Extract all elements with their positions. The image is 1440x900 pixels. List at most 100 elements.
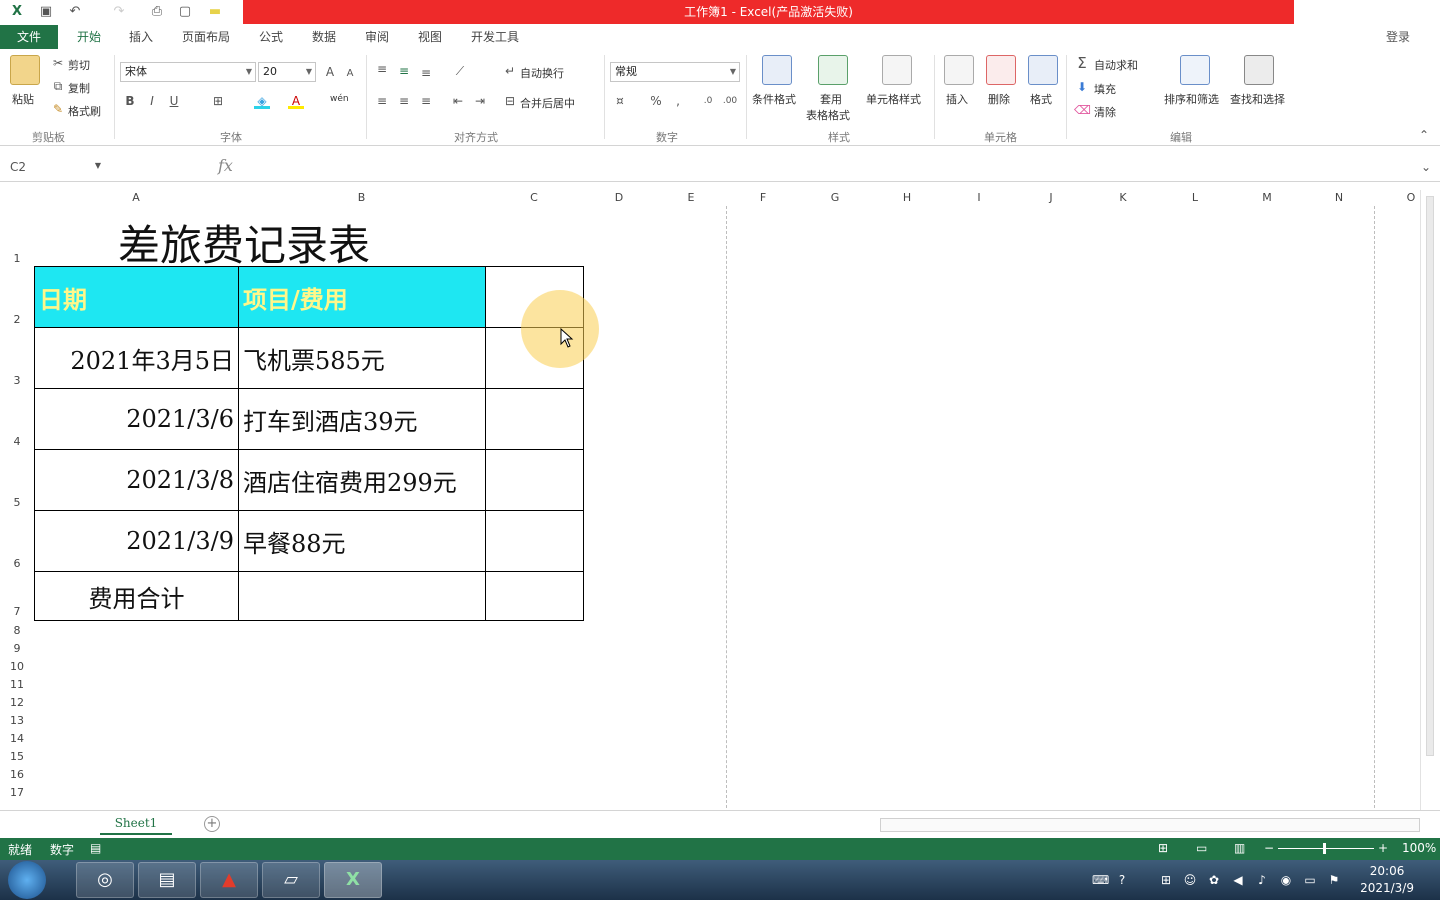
- tab-data[interactable]: 数据: [307, 25, 341, 49]
- vertical-scrollbar[interactable]: [1420, 190, 1440, 810]
- zoom-out-icon[interactable]: −: [1264, 841, 1274, 855]
- empty-cell[interactable]: [485, 388, 584, 450]
- tray-arrow-icon[interactable]: ◀: [1230, 872, 1246, 888]
- vertical-scroll-thumb[interactable]: [1426, 196, 1434, 756]
- sort-filter-button[interactable]: 排序和筛选: [1164, 91, 1219, 107]
- fill-color-icon[interactable]: ◈: [254, 93, 270, 109]
- row-header[interactable]: 14: [0, 732, 34, 745]
- item-cell[interactable]: 早餐88元: [238, 510, 486, 572]
- decrease-indent-icon[interactable]: ⇤: [450, 93, 466, 109]
- tray-keyboard-icon[interactable]: ⌨: [1092, 872, 1109, 888]
- format-cells-icon[interactable]: [1028, 55, 1058, 85]
- cut-icon[interactable]: ✂: [50, 55, 66, 71]
- taskbar-app-browser-icon[interactable]: ◎: [76, 862, 134, 898]
- column-header-c[interactable]: C: [485, 190, 583, 206]
- row-header[interactable]: 10: [0, 660, 34, 673]
- row-header[interactable]: 2: [0, 313, 34, 326]
- header-date-cell[interactable]: 日期: [34, 266, 239, 328]
- format-cells-button[interactable]: 格式: [1030, 91, 1052, 107]
- currency-icon[interactable]: ¤: [612, 93, 628, 109]
- align-top-icon[interactable]: ≡: [374, 61, 390, 77]
- delete-cells-button[interactable]: 删除: [988, 91, 1010, 107]
- date-cell[interactable]: 2021年3月5日: [34, 327, 239, 389]
- header-item-cell[interactable]: 项目/费用: [238, 266, 486, 328]
- undo-icon[interactable]: ↶: [66, 3, 84, 21]
- normal-view-icon[interactable]: ⊞: [1158, 841, 1168, 855]
- conditional-format-button[interactable]: 条件格式: [752, 91, 796, 107]
- row-header[interactable]: 17: [0, 786, 34, 799]
- date-cell[interactable]: 2021/3/6: [34, 388, 239, 450]
- tray-help-icon[interactable]: ?: [1114, 872, 1130, 888]
- taskbar-app-folder-icon[interactable]: ▤: [138, 862, 196, 898]
- page-layout-view-icon[interactable]: ▭: [1196, 841, 1207, 855]
- decrease-decimal-icon[interactable]: .00: [722, 93, 738, 109]
- taskbar-app-notepad-icon[interactable]: ▱: [262, 862, 320, 898]
- date-cell[interactable]: 2021/3/9: [34, 510, 239, 572]
- start-button-icon[interactable]: [8, 861, 46, 899]
- insert-function-icon[interactable]: fx: [218, 156, 233, 175]
- row-header[interactable]: 6: [0, 557, 34, 570]
- row-header[interactable]: 8: [0, 624, 34, 637]
- zoom-level[interactable]: 100%: [1402, 841, 1436, 855]
- tray-network-icon[interactable]: ◉: [1278, 872, 1294, 888]
- redo-icon[interactable]: ↷: [110, 3, 128, 21]
- font-name-combo[interactable]: 宋体 ▼: [120, 62, 256, 82]
- delete-cells-icon[interactable]: [986, 55, 1016, 85]
- cell-styles-button[interactable]: 单元格样式: [866, 91, 921, 107]
- decrease-font-icon[interactable]: A: [342, 66, 358, 82]
- cut-button[interactable]: 剪切: [68, 57, 90, 73]
- tab-review[interactable]: 审阅: [360, 25, 394, 49]
- comma-button[interactable]: ,: [670, 93, 686, 109]
- item-cell[interactable]: 打车到酒店39元: [238, 388, 486, 450]
- fill-icon[interactable]: ⬇: [1074, 79, 1090, 95]
- column-header-l[interactable]: L: [1159, 190, 1231, 206]
- total-label-cell[interactable]: 费用合计: [34, 571, 239, 621]
- column-header-g[interactable]: G: [799, 190, 871, 206]
- horizontal-scrollbar[interactable]: [880, 818, 1420, 832]
- underline-button[interactable]: U: [166, 93, 182, 109]
- merge-center-button[interactable]: 合并后居中: [520, 95, 575, 111]
- fill-button[interactable]: 填充: [1094, 81, 1116, 97]
- total-value-cell[interactable]: [238, 571, 486, 621]
- insert-cells-button[interactable]: 插入: [946, 91, 968, 107]
- format-as-table-icon[interactable]: [818, 55, 848, 85]
- sheet-title[interactable]: 差旅费记录表: [118, 212, 370, 273]
- clear-icon[interactable]: ⌫: [1074, 102, 1091, 118]
- row-header[interactable]: 7: [0, 605, 34, 618]
- paste-button[interactable]: 粘贴: [12, 91, 34, 107]
- wrap-text-icon[interactable]: ↵: [502, 63, 518, 79]
- column-header-h[interactable]: H: [871, 190, 943, 206]
- format-as-table-button[interactable]: 套用: [820, 91, 842, 107]
- border-icon[interactable]: ⊞: [210, 93, 226, 109]
- column-header-k[interactable]: K: [1087, 190, 1159, 206]
- autosum-button[interactable]: 自动求和: [1094, 57, 1138, 73]
- save-icon[interactable]: ▣: [37, 3, 55, 21]
- column-header-a[interactable]: A: [34, 190, 238, 206]
- add-sheet-icon[interactable]: +: [204, 816, 220, 832]
- copy-icon[interactable]: ⧉: [50, 78, 66, 94]
- empty-cell[interactable]: [485, 449, 584, 511]
- find-select-icon[interactable]: [1244, 55, 1274, 85]
- collapse-ribbon-icon[interactable]: ⌃: [1416, 127, 1432, 143]
- tab-page-layout[interactable]: 页面布局: [178, 25, 234, 49]
- wrap-text-button[interactable]: 自动换行: [520, 65, 564, 81]
- tray-volume-icon[interactable]: ♪: [1254, 872, 1270, 888]
- tab-formulas[interactable]: 公式: [254, 25, 288, 49]
- copy-button[interactable]: 复制: [68, 80, 90, 96]
- column-header-e[interactable]: E: [655, 190, 727, 206]
- italic-button[interactable]: I: [144, 93, 160, 109]
- taskbar-clock[interactable]: 20:06 2021/3/9: [1360, 863, 1414, 897]
- row-header[interactable]: 1: [0, 252, 34, 265]
- align-bottom-icon[interactable]: ≡: [418, 65, 434, 81]
- orientation-icon[interactable]: ⟋: [452, 63, 468, 79]
- print-preview-icon[interactable]: ⎙: [148, 3, 166, 21]
- insert-cells-icon[interactable]: [944, 55, 974, 85]
- phonetic-button[interactable]: wén: [330, 94, 349, 104]
- row-header[interactable]: 15: [0, 750, 34, 763]
- highlight-icon[interactable]: ▬: [206, 3, 224, 21]
- tab-developer[interactable]: 开发工具: [466, 25, 524, 49]
- conditional-format-icon[interactable]: [762, 55, 792, 85]
- item-cell[interactable]: 飞机票585元: [238, 327, 486, 389]
- bold-button[interactable]: B: [122, 93, 138, 109]
- zoom-slider[interactable]: [1278, 848, 1374, 849]
